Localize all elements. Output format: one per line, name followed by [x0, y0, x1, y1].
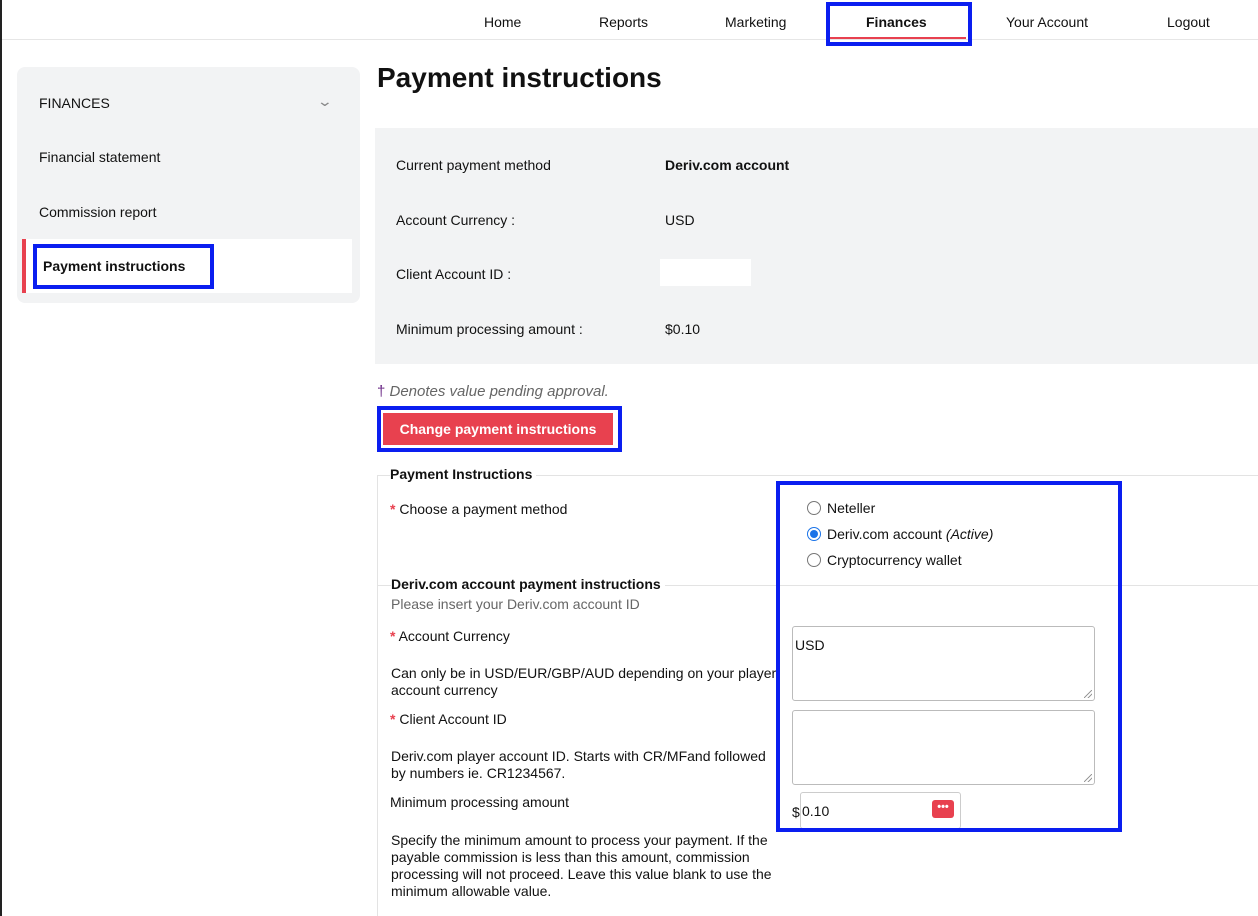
sidebar-item-commission-report[interactable]: Commission report — [39, 204, 156, 220]
summary-label-currency: Account Currency : — [396, 212, 516, 228]
nav-logout[interactable]: Logout — [1167, 14, 1210, 30]
summary-label-minimum: Minimum processing amount : — [396, 321, 583, 337]
radio-neteller-label[interactable]: Neteller — [827, 500, 875, 516]
summary-value-minimum: $0.10 — [665, 321, 701, 337]
currency-symbol: $ — [792, 804, 800, 820]
radio-deriv-account-control[interactable] — [807, 527, 821, 541]
payment-method-label: * Choose a payment method — [390, 501, 568, 517]
minimum-amount-help: Specify the minimum amount to process yo… — [391, 832, 772, 899]
nav-active-underline — [830, 37, 966, 39]
nav-reports[interactable]: Reports — [599, 14, 648, 30]
nav-marketing[interactable]: Marketing — [725, 14, 786, 30]
sidebar-item-payment-instructions[interactable]: Payment instructions — [43, 258, 185, 274]
account-currency-value: USD — [795, 637, 825, 653]
sidebar: FINANCES ⌄ Financial statement Commissio… — [17, 67, 360, 303]
account-currency-help: Can only be in USD/EUR/GBP/AUD depending… — [391, 665, 777, 698]
account-currency-textarea[interactable]: USD — [792, 626, 1095, 701]
change-payment-instructions-button[interactable]: Change payment instructions — [383, 413, 613, 445]
summary-value-method: Deriv.com account — [665, 157, 790, 173]
summary-value-client-id — [660, 259, 751, 286]
account-currency-label: * Account Currency — [390, 628, 510, 644]
minimum-amount-label: Minimum processing amount — [390, 794, 569, 810]
active-tag: (Active) — [945, 526, 994, 542]
resize-handle-icon[interactable] — [1084, 774, 1092, 782]
radio-cryptocurrency-wallet[interactable]: Cryptocurrency wallet — [807, 552, 962, 568]
password-manager-icon[interactable]: ••• — [932, 800, 954, 818]
deriv-section-title: Deriv.com account payment instructions — [391, 576, 665, 592]
resize-handle-icon[interactable] — [1084, 690, 1092, 698]
sidebar-active-indicator — [22, 239, 26, 293]
nav-home[interactable]: Home — [484, 14, 521, 30]
deriv-section-note: Please insert your Deriv.com account ID — [391, 596, 640, 612]
payment-summary-panel: Current payment method Deriv.com account… — [375, 128, 1258, 364]
nav-finances[interactable]: Finances — [866, 14, 927, 30]
sidebar-item-financial-statement[interactable]: Financial statement — [39, 149, 160, 165]
radio-crypto-control[interactable] — [807, 553, 821, 567]
radio-crypto-label[interactable]: Cryptocurrency wallet — [827, 552, 962, 568]
pending-approval-text: Denotes value pending approval. — [385, 383, 609, 400]
radio-deriv-account-label[interactable]: Deriv.com account — [827, 526, 942, 542]
top-nav: Home Reports Marketing Finances Your Acc… — [2, 0, 1258, 40]
radio-deriv-account[interactable]: Deriv.com account (Active) — [807, 526, 993, 542]
summary-label-method: Current payment method — [396, 157, 551, 173]
radio-neteller[interactable]: Neteller — [807, 500, 875, 516]
sidebar-title[interactable]: FINANCES — [39, 95, 110, 111]
client-account-id-textarea[interactable] — [792, 710, 1095, 785]
nav-your-account[interactable]: Your Account — [1006, 14, 1088, 30]
client-account-id-label: * Client Account ID — [390, 711, 507, 727]
fieldset-border-left — [377, 475, 378, 916]
summary-value-currency: USD — [665, 212, 695, 228]
fieldset-legend: Payment Instructions — [390, 466, 537, 482]
summary-label-client-id: Client Account ID : — [396, 266, 512, 282]
radio-neteller-control[interactable] — [807, 501, 821, 515]
page-title: Payment instructions — [377, 62, 662, 93]
pending-approval-note: † Denotes value pending approval. — [377, 383, 609, 400]
chevron-down-icon[interactable]: ⌄ — [317, 93, 333, 110]
client-account-id-help: Deriv.com player account ID. Starts with… — [391, 748, 766, 781]
